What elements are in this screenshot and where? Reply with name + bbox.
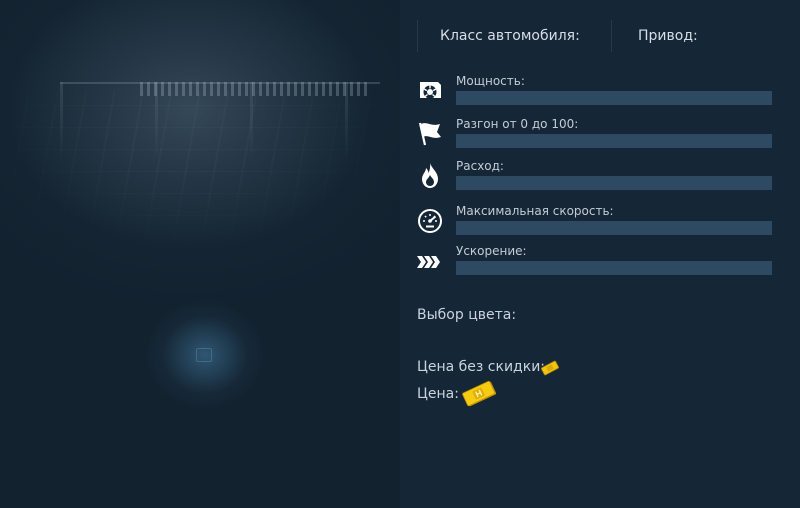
header-divider [611,20,612,52]
header-divider [417,20,418,52]
stat-max-speed: Максимальная скорость: [416,204,776,240]
color-choice-label: Выбор цвета: [417,307,517,323]
stat-bar [456,91,772,105]
speedometer-icon [418,209,442,233]
flag-icon [418,122,441,146]
car-placeholder [196,348,212,362]
stat-bar [456,176,772,190]
stat-bar [456,134,772,148]
stat-label: Ускорение: [456,244,527,258]
car-preview[interactable] [0,0,400,508]
drive-label: Привод: [638,28,698,44]
acceleration-arrows-icon [417,256,440,268]
stat-bar [456,221,772,235]
stat-power: Мощность: [416,74,776,110]
gold-ticket-icon [462,380,497,407]
stat-acceleration-0-100: Разгон от 0 до 100: [416,117,776,153]
stat-label: Расход: [456,159,504,173]
gold-ticket-icon [541,360,559,376]
price-label: Цена: [417,386,459,402]
stat-label: Мощность: [456,74,525,88]
turbo-icon [420,82,441,99]
stat-label: Разгон от 0 до 100: [456,117,579,131]
background-skyline [140,82,370,96]
full-price-label: Цена без скидки: [417,359,546,375]
fire-icon [422,163,438,188]
car-class-label: Класс автомобиля: [440,28,580,44]
stat-label: Максимальная скорость: [456,204,614,218]
stat-acceleration: Ускорение: [416,244,776,280]
stat-bar [456,261,772,275]
stat-consumption: Расход: [416,159,776,195]
